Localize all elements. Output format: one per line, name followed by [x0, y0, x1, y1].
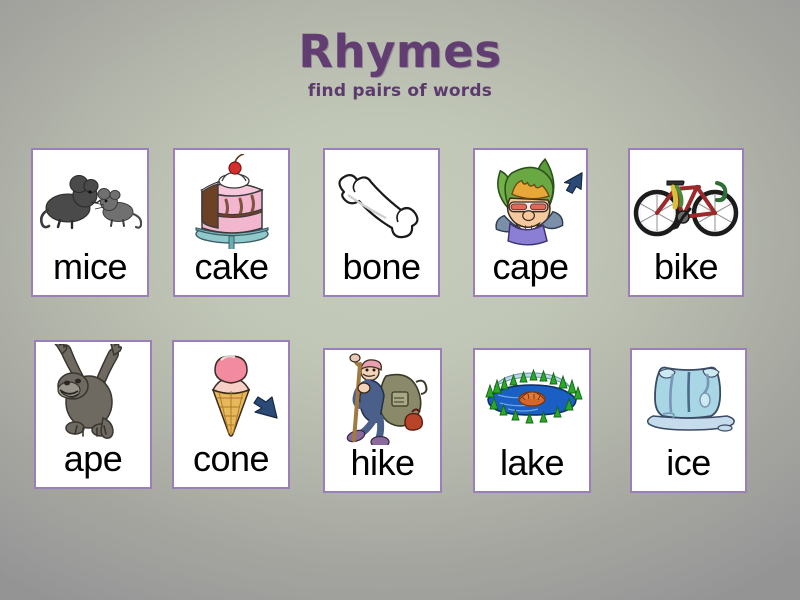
word-card-mice[interactable]: mice — [31, 148, 149, 297]
card-illustration — [325, 150, 438, 249]
card-word-label: hike — [350, 442, 415, 483]
bicycle-icon — [633, 180, 739, 236]
word-card-ape[interactable]: ape — [34, 340, 152, 489]
lake-icon — [485, 368, 583, 423]
layer-cake-icon — [194, 153, 269, 249]
card-illustration — [325, 350, 440, 445]
card-word-label: cape — [492, 246, 569, 287]
card-word-label: ice — [666, 442, 711, 483]
card-word-label: bike — [653, 246, 719, 287]
pointer-arrow-icon — [253, 395, 278, 419]
card-word-label: cone — [192, 438, 270, 479]
hiker-icon — [346, 352, 427, 445]
word-card-cape[interactable]: cape — [473, 148, 588, 297]
card-illustration — [174, 342, 288, 441]
word-card-hike[interactable]: hike — [323, 348, 442, 493]
ice-block-icon — [646, 366, 735, 432]
slide-canvas: Rhymes find pairs of words mice cake bon… — [0, 0, 800, 600]
word-card-bone[interactable]: bone — [323, 148, 440, 297]
gorilla-ape-icon — [54, 343, 123, 439]
card-illustration — [175, 150, 288, 249]
word-card-cake[interactable]: cake — [173, 148, 290, 297]
card-word-label: cake — [194, 246, 269, 287]
page-subtitle: find pairs of words — [307, 81, 493, 102]
slide-header: Rhymes find pairs of words — [0, 0, 800, 102]
card-illustration — [630, 150, 742, 249]
card-word-label: bone — [342, 246, 421, 287]
ice-cream-cone-icon — [211, 354, 278, 437]
card-word-label: lake — [499, 442, 565, 483]
bone-icon — [337, 173, 418, 238]
word-card-lake[interactable]: lake — [473, 348, 591, 493]
card-word-label: mice — [52, 246, 128, 287]
page-title: Rhymes — [298, 25, 502, 78]
word-card-cone[interactable]: cone — [172, 340, 290, 489]
word-card-bike[interactable]: bike — [628, 148, 744, 297]
card-word-label: ape — [63, 438, 123, 479]
card-illustration — [632, 350, 745, 445]
pointer-arrow-icon — [563, 171, 583, 194]
card-illustration — [36, 342, 150, 441]
card-illustration — [475, 150, 586, 249]
word-card-ice[interactable]: ice — [630, 348, 747, 493]
card-illustration — [475, 350, 589, 445]
two-mice-icon — [39, 174, 142, 229]
card-illustration — [33, 150, 147, 249]
superhero-cape-icon — [495, 157, 583, 246]
